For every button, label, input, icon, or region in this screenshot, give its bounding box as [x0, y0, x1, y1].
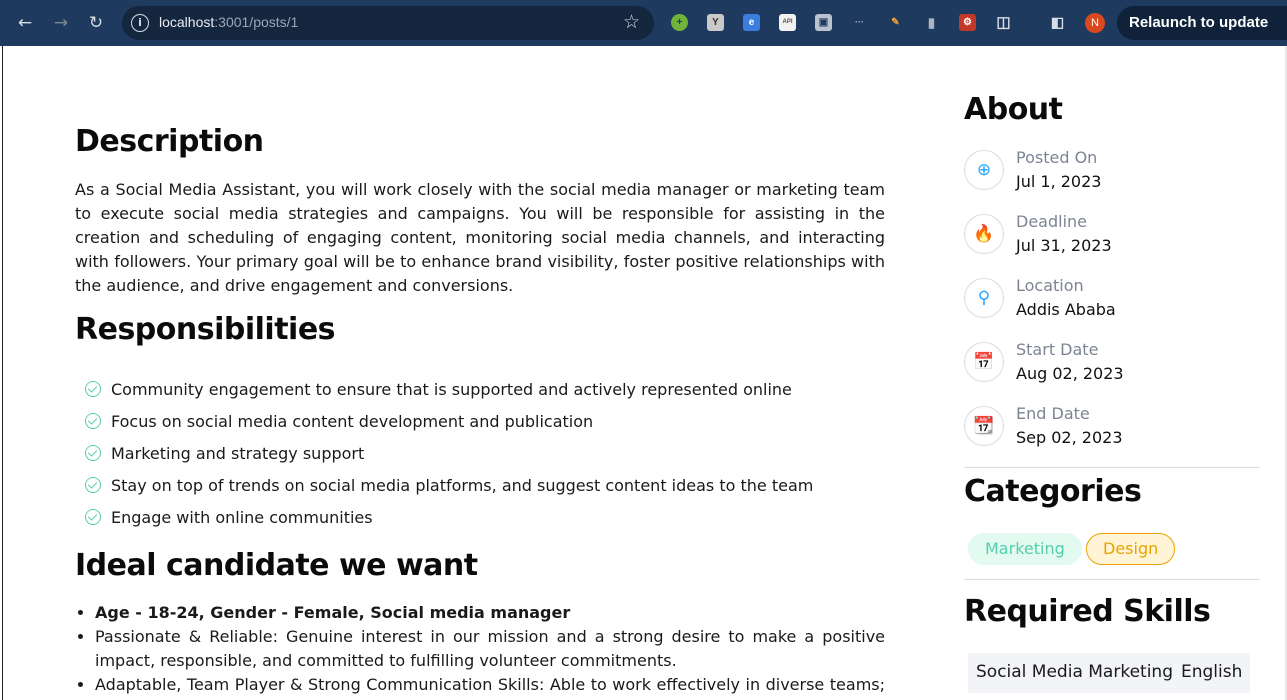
- extension-e-icon[interactable]: e: [743, 14, 760, 31]
- relaunch-button[interactable]: Relaunch to update: [1117, 6, 1287, 40]
- page-viewport: Description As a Social Media Assistant,…: [2, 46, 1287, 700]
- extension-plus-icon[interactable]: +: [671, 14, 688, 31]
- extension-chart-icon[interactable]: ▮: [923, 14, 940, 31]
- extension-pen-icon[interactable]: ✎: [887, 14, 904, 31]
- url-text[interactable]: localhost:3001/posts/1: [159, 14, 298, 30]
- category-tag-marketing[interactable]: Marketing: [968, 533, 1082, 565]
- responsibilities-heading: Responsibilities: [75, 312, 336, 347]
- list-item: Stay on top of trends on social media pl…: [85, 469, 813, 501]
- required-skills-heading: Required Skills: [964, 594, 1211, 629]
- reload-icon[interactable]: ↻: [85, 12, 107, 34]
- description-text: As a Social Media Assistant, you will wo…: [75, 180, 885, 295]
- category-tag-design[interactable]: Design: [1086, 533, 1176, 565]
- site-info-icon[interactable]: i: [131, 14, 149, 32]
- fire-icon: 🔥: [964, 214, 1004, 254]
- calendar-play-icon: 📆: [964, 406, 1004, 446]
- list-item: Community engagement to ensure that is s…: [85, 373, 813, 405]
- list-item: Engage with online communities: [85, 501, 813, 533]
- list-item: Adaptable, Team Player & Strong Communic…: [95, 673, 885, 700]
- browser-toolbar: ← → ↻ i localhost:3001/posts/1 ☆ + Y e A…: [0, 0, 1287, 46]
- address-bar[interactable]: i localhost:3001/posts/1 ☆: [122, 6, 654, 40]
- side-panel-icon[interactable]: ◧: [1049, 14, 1066, 31]
- check-circle-icon: [85, 509, 101, 525]
- calendar-check-icon: 📅: [964, 342, 1004, 382]
- extension-dots-icon[interactable]: ···: [851, 14, 868, 31]
- skill-tag-english[interactable]: English: [1173, 653, 1251, 693]
- extension-apiv-icon[interactable]: API: [779, 14, 796, 31]
- profile-avatar[interactable]: N: [1085, 13, 1105, 33]
- list-item: Focus on social media content developmen…: [85, 405, 813, 437]
- ideal-candidate-heading: Ideal candidate we want: [75, 548, 478, 583]
- back-arrow-icon[interactable]: ←: [14, 12, 36, 34]
- responsibilities-list: Community engagement to ensure that is s…: [85, 373, 813, 533]
- extensions-menu-icon[interactable]: ◫: [995, 14, 1012, 31]
- check-circle-icon: [85, 445, 101, 461]
- plus-circle-icon: ⊕: [964, 150, 1004, 190]
- list-item: Passionate & Reliable: Genuine interest …: [95, 625, 885, 673]
- description-heading: Description: [75, 124, 264, 159]
- extension-red-icon[interactable]: ⚙: [959, 14, 976, 31]
- ideal-candidate-list: Age - 18-24, Gender - Female, Social med…: [95, 601, 885, 700]
- location-pin-icon: ⚲: [964, 278, 1004, 318]
- skill-tag-social-media-marketing[interactable]: Social Media Marketing: [968, 653, 1181, 693]
- check-circle-icon: [85, 477, 101, 493]
- list-item: Age - 18-24, Gender - Female, Social med…: [95, 601, 885, 625]
- bookmark-star-icon[interactable]: ☆: [623, 11, 640, 33]
- divider: [964, 579, 1260, 580]
- about-heading: About: [964, 92, 1063, 127]
- extension-puzzle-icon[interactable]: ▣: [815, 14, 832, 31]
- list-item: Marketing and strategy support: [85, 437, 813, 469]
- forward-arrow-icon[interactable]: →: [50, 12, 72, 34]
- extension-y-icon[interactable]: Y: [707, 14, 724, 31]
- divider: [964, 467, 1260, 468]
- check-circle-icon: [85, 413, 101, 429]
- check-circle-icon: [85, 381, 101, 397]
- categories-heading: Categories: [964, 474, 1142, 509]
